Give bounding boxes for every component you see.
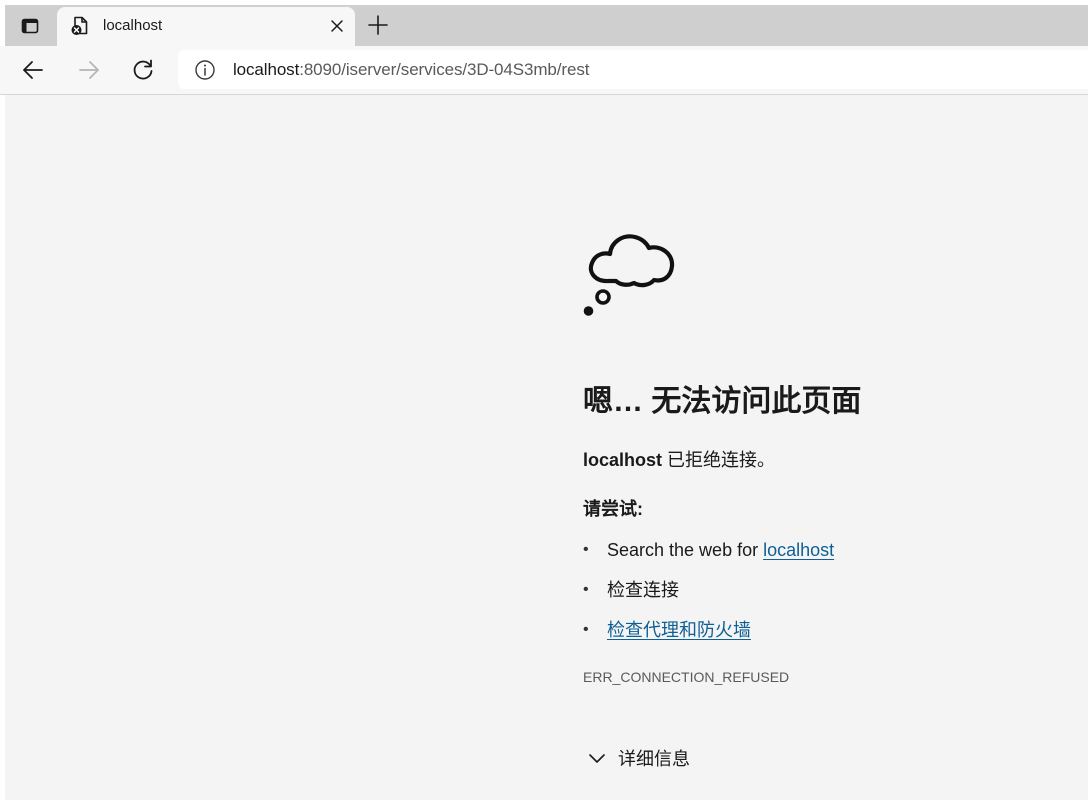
refresh-button[interactable] [129, 56, 157, 84]
url-host: localhost [233, 60, 300, 79]
tab-actions-button[interactable] [5, 5, 55, 46]
bullet-icon: • [583, 581, 589, 598]
details-button[interactable]: 详细信息 [587, 743, 690, 773]
tab-localhost[interactable]: localhost [57, 7, 355, 46]
suggestion-search-prefix: Search the web for [607, 540, 764, 560]
error-message: localhost 已拒绝连接。 [583, 446, 775, 472]
suggestion-list: • Search the web for localhost • 检查连接 • 检查代… [583, 535, 834, 655]
thought-cloud-icon [583, 234, 675, 316]
toolbar: localhost:8090/iserver/services/3D-04S3m… [0, 46, 1088, 95]
tab-actions-icon [21, 18, 39, 33]
tab-close-button[interactable] [327, 16, 347, 36]
back-arrow-icon [23, 61, 43, 79]
error-page [5, 95, 1088, 800]
bullet-icon: • [583, 621, 589, 638]
forward-arrow-icon [79, 61, 99, 79]
try-label: 请尝试: [583, 499, 643, 519]
url-text[interactable]: localhost:8090/iserver/services/3D-04S3m… [233, 60, 589, 80]
tab-strip: localhost [0, 0, 1088, 46]
browser-window: localhost localhost:8090/iserver/service… [0, 0, 1088, 800]
error-code: ERR_CONNECTION_REFUSED [583, 669, 790, 685]
info-icon[interactable] [194, 59, 216, 81]
url-path: :8090/iserver/services/3D-04S3mb/rest [299, 60, 590, 79]
details-label: 详细信息 [618, 749, 690, 769]
error-title: 嗯… 无法访问此页面 [583, 385, 862, 418]
close-icon [331, 20, 343, 32]
error-message-text: 已拒绝连接。 [662, 450, 776, 470]
tab-title: localhost [103, 17, 163, 34]
bullet-icon: • [583, 541, 589, 558]
error-host: localhost [583, 450, 663, 470]
check-proxy-firewall-link[interactable]: 检查代理和防火墙 [607, 620, 751, 640]
search-localhost-link[interactable]: localhost [763, 540, 834, 560]
back-button[interactable] [19, 56, 47, 84]
list-item: • 检查连接 [583, 575, 834, 615]
new-tab-button[interactable] [366, 13, 390, 37]
refresh-icon [133, 59, 153, 80]
chevron-down-icon [587, 748, 607, 768]
plus-icon [368, 15, 388, 35]
list-item: • 检查代理和防火墙 [583, 615, 834, 655]
forward-button[interactable] [75, 56, 103, 84]
suggestion-check-connection: 检查连接 [607, 580, 679, 600]
list-item: • Search the web for localhost [583, 535, 834, 575]
address-bar[interactable]: localhost:8090/iserver/services/3D-04S3m… [178, 50, 1088, 89]
error-page-icon [71, 16, 88, 35]
